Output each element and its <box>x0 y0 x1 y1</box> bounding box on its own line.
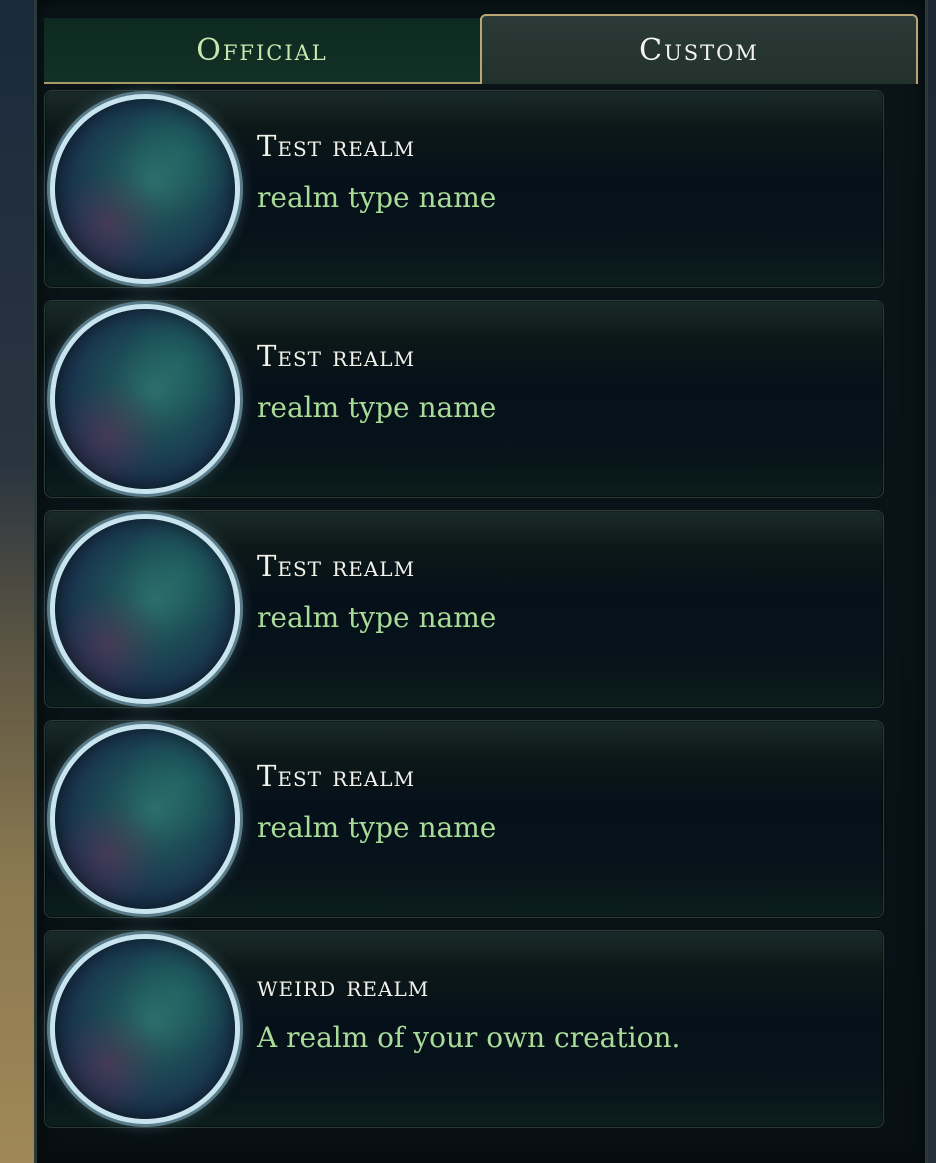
realm-orb-icon <box>55 729 235 909</box>
realm-name: weird realm <box>257 969 430 1003</box>
realm-type: realm type name <box>257 391 497 424</box>
realm-name: Test realm <box>257 759 416 793</box>
realm-tabs: Official Custom <box>44 14 918 84</box>
realm-card[interactable]: Test realm realm type name <box>44 510 884 708</box>
realm-type: realm type name <box>257 811 497 844</box>
realm-orb-icon <box>55 939 235 1119</box>
realm-card[interactable]: Test realm realm type name <box>44 90 884 288</box>
realm-card[interactable]: Test realm realm type name <box>44 300 884 498</box>
tab-custom[interactable]: Custom <box>480 14 918 84</box>
realm-orb-icon <box>55 99 235 279</box>
realm-type: realm type name <box>257 601 497 634</box>
realm-card[interactable]: Test realm realm type name <box>44 720 884 918</box>
realm-card[interactable]: weird realm A realm of your own creation… <box>44 930 884 1128</box>
realm-type: A realm of your own creation. <box>257 1021 681 1054</box>
realm-type: realm type name <box>257 181 497 214</box>
tab-official[interactable]: Official <box>44 18 481 84</box>
realm-list: Test realm realm type name Test realm re… <box>44 90 884 1140</box>
realm-name: Test realm <box>257 339 416 373</box>
realm-name: Test realm <box>257 549 416 583</box>
realm-orb-icon <box>55 519 235 699</box>
realm-orb-icon <box>55 309 235 489</box>
realm-name: Test realm <box>257 129 416 163</box>
